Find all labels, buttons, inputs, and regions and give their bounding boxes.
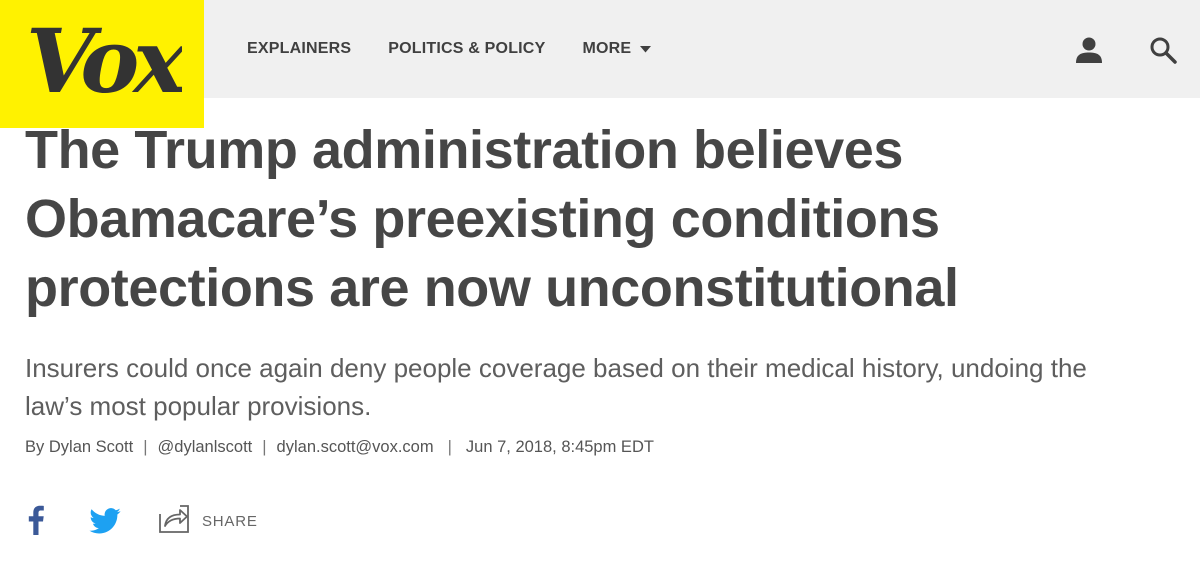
logo-text: Vox [26, 20, 182, 102]
byline: By Dylan Scott | @dylanlscott | dylan.sc… [25, 438, 654, 457]
author-email-link[interactable]: dylan.scott@vox.com [277, 438, 434, 457]
article-headline: The Trump administration believes Obamac… [25, 120, 959, 318]
byline-separator: | [447, 438, 452, 456]
share-button[interactable]: SHARE [158, 504, 258, 539]
main-nav: EXPLAINERS POLITICS & POLICY MORE [247, 38, 688, 60]
twitter-icon[interactable] [89, 508, 121, 539]
byline-separator: | [143, 438, 148, 456]
vox-logo[interactable]: Vox [0, 0, 204, 128]
search-icon[interactable] [1149, 36, 1177, 69]
nav-more-label: MORE [582, 40, 632, 57]
share-icon [158, 504, 190, 539]
nav-more[interactable]: MORE [582, 40, 652, 58]
page: EXPLAINERS POLITICS & POLICY MORE Vox Th… [0, 0, 1200, 574]
nav-politics-policy[interactable]: POLITICS & POLICY [388, 40, 545, 58]
author-link[interactable]: Dylan Scott [49, 438, 133, 457]
byline-separator: | [262, 438, 267, 456]
nav-politics-policy-label: POLITICS & POLICY [388, 40, 546, 57]
chevron-down-icon [640, 40, 652, 58]
user-icon[interactable] [1075, 36, 1103, 69]
author-twitter-link[interactable]: @dylanlscott [158, 438, 253, 457]
vox-logo-wordmark: Vox [26, 20, 182, 102]
publish-date: Jun 7, 2018, 8:45pm EDT [465, 438, 654, 456]
facebook-icon[interactable] [28, 505, 44, 540]
nav-explainers-label: EXPLAINERS [247, 40, 352, 57]
nav-explainers[interactable]: EXPLAINERS [247, 40, 351, 58]
byline-by: By [25, 438, 45, 456]
article-dek: Insurers could once again deny people co… [25, 353, 1087, 421]
share-label: SHARE [202, 513, 258, 530]
